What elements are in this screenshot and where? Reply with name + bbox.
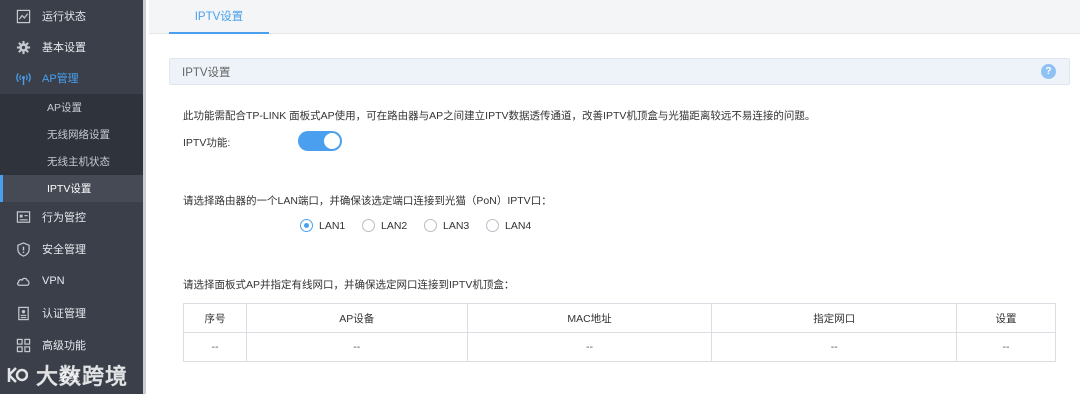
grid-icon	[15, 337, 31, 353]
sidebar-item-vpn[interactable]: VPN	[0, 265, 143, 297]
sidebar-item-label: 安全管理	[42, 244, 86, 256]
ap-submenu: AP设置 无线网络设置 无线主机状态 IPTV设置	[0, 94, 143, 202]
watermark-logo-icon	[7, 367, 28, 383]
table-cell: --	[466, 332, 713, 362]
sidebar-item-behavior-control[interactable]: 行为管控	[0, 201, 143, 233]
ap-prompt: 请选择面板式AP并指定有线网口，并确保选定网口连接到IPTV机顶盒：	[183, 279, 515, 291]
radio-circle	[300, 219, 313, 232]
radio-label: LAN2	[381, 219, 408, 232]
cloud-icon	[15, 273, 31, 289]
sidebar-subitem-ap-settings[interactable]: AP设置	[0, 94, 143, 121]
table-header-row: 序号 AP设备 MAC地址 指定网口 设置	[183, 303, 1056, 333]
radio-label: LAN1	[319, 219, 346, 232]
sidebar-item-advanced[interactable]: 高级功能	[0, 329, 143, 361]
sidebar-item-security[interactable]: 安全管理	[0, 233, 143, 265]
radio-lan1[interactable]: LAN1	[300, 219, 345, 232]
column-header-ap-device: AP设备	[245, 303, 468, 333]
radio-lan4[interactable]: LAN4	[486, 219, 531, 232]
table-cell: --	[183, 332, 247, 362]
sidebar-item-label: 行为管控	[42, 212, 86, 224]
watermark-text: 大数跨境	[36, 364, 129, 389]
column-header-mac: MAC地址	[466, 303, 713, 333]
column-header-port: 指定网口	[711, 303, 958, 333]
radio-lan2[interactable]: LAN2	[362, 219, 407, 232]
radio-circle	[486, 219, 499, 232]
table-row: -- -- -- -- --	[183, 332, 1056, 362]
ap-table: 序号 AP设备 MAC地址 指定网口 设置 -- -- -- -- --	[183, 303, 1056, 362]
main-content: IPTV设置 IPTV设置 ? 此功能需配合TP-LINK 面板式AP使用，可在…	[149, 0, 1080, 394]
sidebar-item-label: 运行状态	[42, 11, 86, 23]
feature-description: 此功能需配合TP-LINK 面板式AP使用，可在路由器与AP之间建立IPTV数据…	[183, 110, 816, 122]
column-header-settings: 设置	[956, 303, 1056, 333]
sidebar-item-label: 基本设置	[42, 42, 86, 54]
sidebar-item-ap-management[interactable]: AP管理	[0, 62, 143, 94]
iptv-toggle[interactable]	[298, 131, 342, 151]
wireless-icon	[15, 70, 31, 86]
toggle-knob	[324, 133, 340, 149]
sidebar-item-status[interactable]: 运行状态	[0, 0, 143, 32]
help-icon[interactable]: ?	[1041, 64, 1056, 79]
sidebar-item-label: 高级功能	[42, 340, 86, 352]
tab-iptv-settings[interactable]: IPTV设置	[169, 0, 269, 34]
radio-circle	[424, 219, 437, 232]
radio-circle	[362, 219, 375, 232]
column-header-index: 序号	[183, 303, 247, 333]
control-icon	[15, 209, 31, 225]
id-card-icon	[15, 305, 31, 321]
watermark: 大数跨境	[6, 360, 128, 390]
sidebar-item-basic-settings[interactable]: 基本设置	[0, 31, 143, 63]
chart-icon	[15, 8, 31, 24]
table-cell: --	[956, 332, 1056, 362]
sidebar-subitem-wireless-hosts[interactable]: 无线主机状态	[0, 148, 143, 175]
shield-icon	[15, 241, 31, 257]
sidebar-subitem-iptv-settings[interactable]: IPTV设置	[0, 175, 143, 202]
radio-label: LAN4	[505, 219, 532, 232]
iptv-toggle-label: IPTV功能:	[183, 137, 231, 149]
tab-bar: IPTV设置	[149, 0, 1080, 34]
sidebar-item-label: 认证管理	[42, 308, 86, 320]
sidebar-item-label: AP管理	[42, 73, 79, 85]
lan-prompt: 请选择路由器的一个LAN端口，并确保该选定端口连接到光猫（PoN）IPTV口：	[183, 195, 552, 207]
radio-label: LAN3	[443, 219, 470, 232]
sidebar: 运行状态 基本设置 AP管理 AP设置 无线网络设置 无线主机状态 IPTV设置…	[0, 0, 146, 394]
sidebar-item-authentication[interactable]: 认证管理	[0, 297, 143, 329]
section-header: IPTV设置 ?	[169, 58, 1070, 85]
sidebar-item-label: VPN	[42, 275, 65, 287]
section-title: IPTV设置	[182, 66, 231, 79]
table-cell: --	[711, 332, 958, 362]
radio-lan3[interactable]: LAN3	[424, 219, 469, 232]
gear-icon	[15, 39, 31, 55]
table-cell: --	[245, 332, 468, 362]
sidebar-subitem-wireless-network[interactable]: 无线网络设置	[0, 121, 143, 148]
